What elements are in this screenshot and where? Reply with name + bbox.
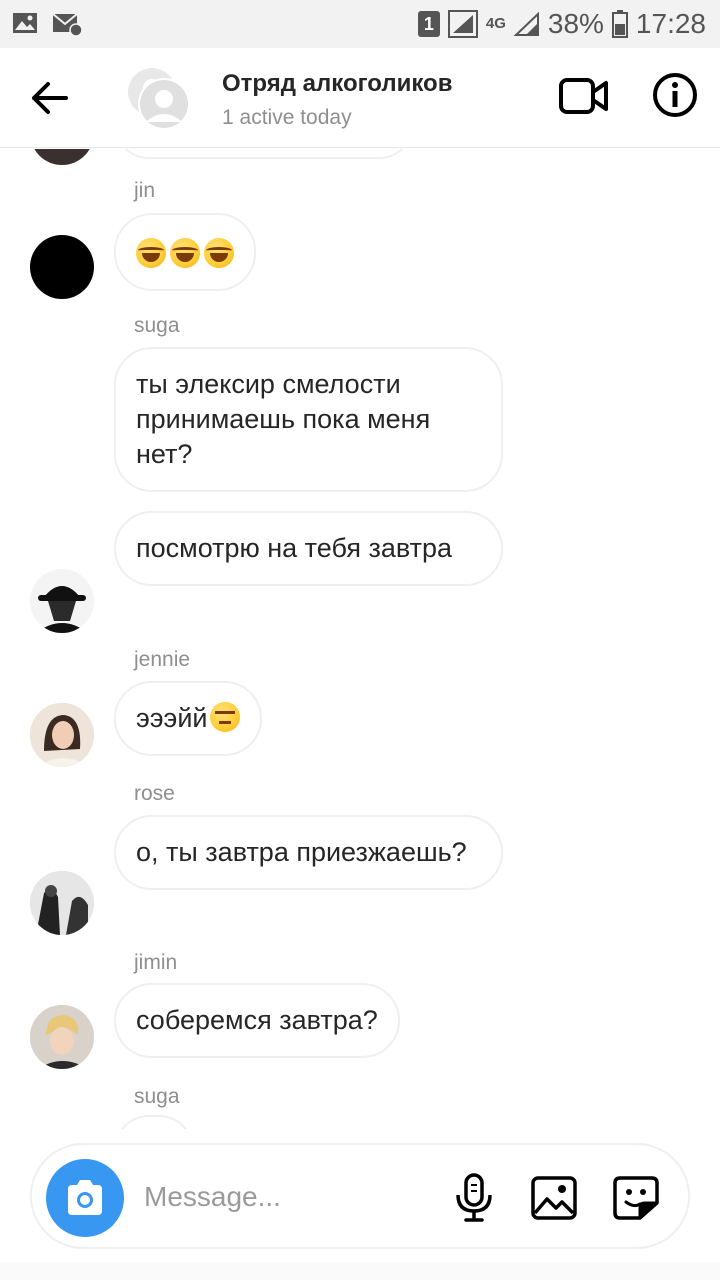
message-list[interactable]: jin suga ты элексир смелости принимаешь … [0,149,720,1129]
sender-name: jennie [134,648,191,671]
sticker-icon [613,1176,659,1220]
camera-icon [68,1180,102,1215]
info-button[interactable] [652,72,698,118]
sticker-button[interactable] [612,1175,660,1221]
camera-button[interactable] [46,1159,124,1237]
status-indicators: 1 4G 38% 17:28 [417,8,706,40]
gallery-notification-icon [13,13,37,33]
tears-of-joy-emoji-icon [204,238,234,268]
avatar-suga-photo [30,569,94,633]
battery-percent: 38% [547,8,604,39]
info-icon [653,73,697,117]
message-bubble: о, ты завтра приезжаешь? [114,815,503,890]
avatar-rose[interactable] [30,871,94,935]
message-bubble-emoji [114,213,256,291]
avatar-suga[interactable] [30,569,94,633]
video-call-button[interactable] [558,74,610,118]
sender-name: jimin [134,951,178,974]
signal-strength-icon [513,12,539,36]
message-bubble: посмотрю на тебя завтра [114,511,503,586]
chat-header: Отряд алкоголиков 1 active today [0,48,720,148]
mail-notification-icon [52,13,82,36]
battery-icon [611,10,628,38]
avatar-jimin-photo [30,1005,94,1069]
chat-title[interactable]: Отряд алкоголиков [222,70,452,98]
group-avatar-icon [128,68,190,130]
avatar-rose-photo [30,871,94,935]
voice-message-button[interactable] [452,1173,496,1223]
message-bubble-partial [114,1115,194,1129]
sender-name: suga [134,314,180,337]
avatar-partial [30,149,94,165]
message-bubble-partial [114,149,414,159]
message-bubble: соберемся завтра? [114,983,400,1058]
arrow-left-icon [32,82,68,114]
sim-badge: 1 [417,11,440,37]
unamused-emoji-icon [209,702,240,732]
status-bar: 1 4G 38% 17:28 [0,0,720,48]
tears-of-joy-emoji-icon [136,238,166,268]
sender-name: suga [134,1085,180,1108]
avatar-jennie-photo [30,703,94,767]
back-button[interactable] [26,76,72,120]
bottom-strip [0,1262,720,1280]
message-bubble: эээйй [114,681,262,756]
video-camera-icon [559,78,608,114]
tears-of-joy-emoji-icon [170,238,200,268]
message-composer [30,1143,690,1249]
chat-active-status: 1 active today [222,106,352,129]
image-icon [531,1176,577,1220]
message-text: эээйй [136,703,208,733]
sender-name: jin [134,179,156,202]
gallery-button[interactable] [530,1175,578,1221]
group-avatar[interactable] [124,66,194,132]
avatar-jennie[interactable] [30,703,94,767]
signal-icon [447,10,478,38]
notification-icons [12,10,82,36]
avatar-jimin[interactable] [30,1005,94,1069]
microphone-icon [456,1173,492,1222]
avatar-jin[interactable] [30,235,94,299]
message-input[interactable] [144,1173,434,1221]
network-type: 4G [485,15,506,32]
sender-name: rose [134,782,175,805]
message-bubble: ты элексир смелости принимаешь пока меня… [114,347,503,492]
clock: 17:28 [635,8,706,39]
